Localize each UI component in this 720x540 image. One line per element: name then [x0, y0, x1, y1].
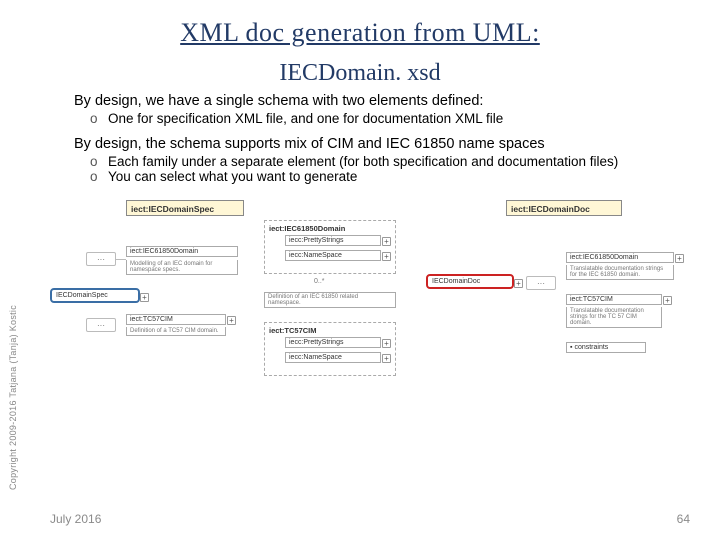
node-desc-tc57cim: Definition of a TC57 CIM domain. [126, 327, 226, 336]
group-iec61850domain: iect:IEC61850Domain iecc:PrettyStrings +… [264, 220, 396, 274]
node-prettystrings: iecc:PrettyStrings + [285, 235, 381, 246]
bullet-item: Each family under a separate element (fo… [90, 154, 650, 169]
footer-date: July 2016 [50, 512, 101, 526]
node-label: iect:IECDomainSpec [131, 204, 214, 214]
copyright-text: Copyright 2009-2016 Tatjana (Tanja) Kost… [8, 305, 18, 490]
node-desc-iec61850: Modelling of an IEC domain for namespace… [126, 260, 238, 275]
node-iecdomainspec-highlight: IECDomainSpec + [50, 288, 140, 303]
node-iec61850domain: iect:IEC61850Domain [126, 246, 238, 257]
node-label: iect:TC57CIM [570, 296, 613, 303]
section-1-head: By design, we have a single schema with … [74, 93, 650, 109]
node-label: constraints [574, 344, 608, 351]
node-iecdomaindoc-highlight: IECDomainDoc + [426, 274, 514, 289]
group-label: iect:TC57CIM [269, 326, 391, 335]
bullet-item: You can select what you want to generate [90, 169, 650, 184]
expand-icon[interactable]: + [382, 339, 391, 348]
node-label: iect:IEC61850Domain [570, 254, 638, 261]
node-label: iecc:NameSpace [289, 354, 342, 361]
node-label: iect:TC57CIM [130, 316, 173, 323]
group-label: iect:IEC61850Domain [269, 224, 391, 233]
node-label: iecc:PrettyStrings [289, 339, 343, 346]
uml-connector [116, 259, 126, 260]
node-label: IECDomainSpec [56, 292, 108, 299]
node-namespace: iecc:NameSpace + [285, 250, 381, 261]
node-iecdomaindoc-root: iect:IECDomainDoc [506, 200, 622, 216]
node-iecdomainspec-root: iect:IECDomainSpec [126, 200, 244, 216]
expand-icon[interactable]: + [514, 279, 523, 288]
footer: July 2016 64 [50, 512, 690, 526]
node-namespace-2: iecc:NameSpace + [285, 352, 381, 363]
node-label: IECDomainDoc [432, 278, 480, 285]
sequence-connector-icon: ··· [86, 252, 116, 266]
node-tc57cim: iect:TC57CIM + [126, 314, 226, 325]
section-1: By design, we have a single schema with … [0, 87, 720, 126]
section-1-list: One for specification XML file, and one … [90, 111, 650, 126]
node-desc-right-61850: Translatable documentation strings for t… [566, 265, 674, 280]
expand-icon[interactable]: + [382, 237, 391, 246]
node-label: iecc:PrettyStrings [289, 237, 343, 244]
group-tc57cim: iect:TC57CIM iecc:PrettyStrings + iecc:N… [264, 322, 396, 376]
expand-icon[interactable]: + [140, 293, 149, 302]
node-desc-right-tc57: Translatable documentation strings for t… [566, 307, 662, 328]
sequence-connector-icon: ··· [86, 318, 116, 332]
sequence-connector-icon: ··· [526, 276, 556, 290]
uml-diagram: iect:IECDomainSpec iect:IEC61850Domain M… [46, 192, 666, 412]
bullet-item: One for specification XML file, and one … [90, 111, 650, 126]
expand-icon[interactable]: + [227, 316, 236, 325]
node-constraints: ▪ constraints [566, 342, 646, 353]
node-desc-61850-details: Definition of an IEC 61850 related names… [264, 292, 396, 308]
node-right-61850: iect:IEC61850Domain + [566, 252, 674, 263]
expand-icon[interactable]: + [382, 252, 391, 261]
expand-icon[interactable]: + [382, 354, 391, 363]
page-subtitle: IECDomain. xsd [0, 60, 720, 87]
section-2-head: By design, the schema supports mix of CI… [74, 136, 650, 152]
node-label: iect:IEC61850Domain [130, 248, 198, 255]
footer-page: 64 [677, 512, 690, 526]
node-right-tc57: iect:TC57CIM + [566, 294, 662, 305]
page-title: XML doc generation from UML: [0, 0, 720, 48]
occurs-label: 0..* [314, 278, 325, 285]
node-prettystrings-2: iecc:PrettyStrings + [285, 337, 381, 348]
expand-icon[interactable]: + [675, 254, 684, 263]
section-2-list: Each family under a separate element (fo… [90, 154, 650, 184]
node-label: iecc:NameSpace [289, 252, 342, 259]
section-2: By design, the schema supports mix of CI… [0, 130, 720, 184]
expand-icon[interactable]: + [663, 296, 672, 305]
node-label: iect:IECDomainDoc [511, 204, 590, 214]
